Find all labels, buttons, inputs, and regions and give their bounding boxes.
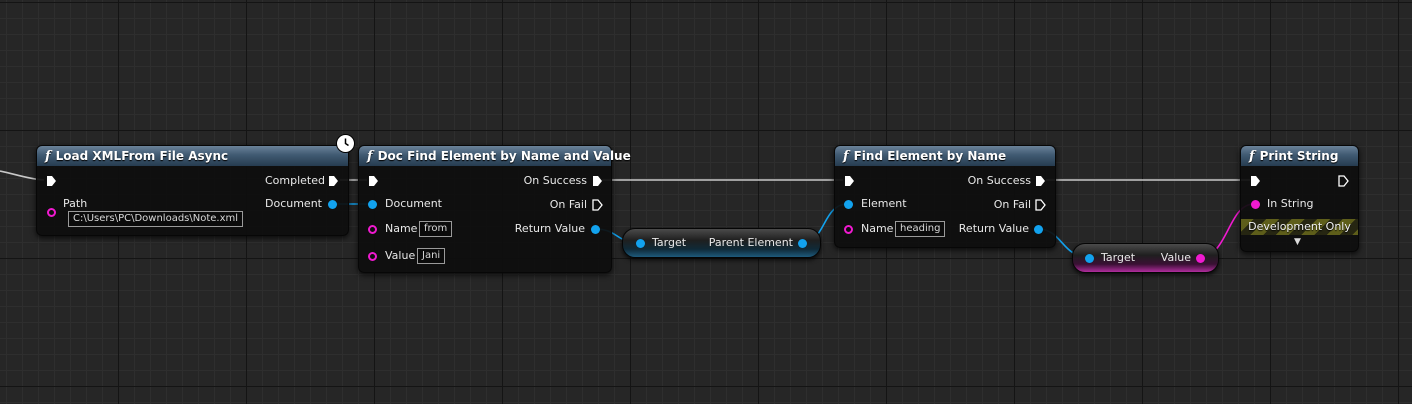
path-input-field[interactable]: C:\Users\PC\Downloads\Note.xml (68, 211, 244, 227)
return-value-pin[interactable] (1034, 225, 1043, 234)
on-fail-exec-pin[interactable] (592, 199, 603, 211)
path-label: Path (63, 197, 88, 210)
on-fail-label: On Fail (993, 198, 1031, 211)
document-output-pin[interactable] (328, 200, 337, 209)
completed-exec-pin[interactable] (328, 175, 339, 187)
print-string-node[interactable]: f Print String In String Development Only… (1240, 145, 1359, 252)
value-input-label: Value (385, 249, 416, 262)
function-icon: f (45, 149, 51, 164)
on-fail-exec-pin[interactable] (1035, 199, 1046, 211)
parent-element-label: Parent Element (708, 236, 793, 249)
development-only-banner: Development Only (1241, 219, 1358, 235)
in-string-label: In String (1267, 197, 1314, 210)
node-header[interactable]: f Doc Find Element by Name and Value (359, 146, 631, 166)
element-input-label: Element (861, 197, 907, 210)
node-title: Doc Find Element by Name and Value (377, 149, 631, 163)
target-input-pin[interactable] (1085, 254, 1094, 263)
completed-label: Completed (265, 174, 325, 187)
function-icon: f (843, 149, 849, 164)
node-title: Find Element by Name (853, 149, 1007, 163)
element-input-pin[interactable] (844, 200, 853, 209)
name-input-field[interactable]: heading (895, 221, 946, 237)
return-value-label: Return Value (958, 222, 1029, 235)
node-title: Print String (1259, 149, 1339, 163)
path-input-pin[interactable] (47, 208, 56, 217)
node-header[interactable]: f Print String (1241, 146, 1358, 166)
node-header[interactable]: f Load XMLFrom File Async (37, 146, 348, 166)
node-header[interactable]: f Find Element by Name (835, 146, 1055, 166)
parent-element-node[interactable]: Target Parent Element (622, 228, 821, 258)
parent-element-output-pin[interactable] (798, 239, 807, 248)
exec-input-pin[interactable] (368, 175, 379, 187)
return-value-label: Return Value (514, 222, 585, 235)
value-getter-node[interactable]: Target Value (1072, 243, 1219, 273)
exec-input-pin[interactable] (1250, 175, 1261, 187)
on-fail-label: On Fail (549, 198, 587, 211)
name-input-pin[interactable] (844, 225, 853, 234)
find-element-by-name-node[interactable]: f Find Element by Name On Success Element… (834, 145, 1056, 248)
function-icon: f (1249, 149, 1255, 164)
load-xml-from-file-async-node[interactable]: f Load XMLFrom File Async Completed Path … (36, 145, 349, 236)
doc-find-element-node[interactable]: f Doc Find Element by Name and Value On S… (358, 145, 631, 273)
value-output-pin[interactable] (1196, 254, 1205, 263)
value-input-field[interactable]: Jani (417, 248, 446, 264)
clock-icon (336, 134, 355, 153)
node-title: Load XMLFrom File Async (55, 149, 229, 163)
on-success-exec-pin[interactable] (592, 175, 603, 187)
return-value-pin[interactable] (591, 225, 600, 234)
name-input-pin[interactable] (368, 225, 377, 234)
value-output-label: Value (1160, 251, 1191, 264)
document-input-pin[interactable] (368, 200, 377, 209)
exec-output-pin[interactable] (1338, 175, 1349, 187)
value-input-pin[interactable] (368, 252, 377, 261)
function-icon: f (367, 149, 373, 164)
name-input-label: Name (861, 222, 894, 235)
expand-arrow-icon[interactable]: ▼ (1294, 235, 1301, 249)
target-input-pin[interactable] (636, 239, 645, 248)
exec-input-pin[interactable] (844, 175, 855, 187)
in-string-input-pin[interactable] (1251, 200, 1260, 209)
name-input-field[interactable]: from (419, 221, 453, 237)
on-success-label: On Success (523, 174, 587, 187)
document-output-label: Document (265, 197, 322, 210)
exec-input-pin[interactable] (46, 175, 57, 187)
document-input-label: Document (385, 197, 442, 210)
target-label: Target (1101, 251, 1136, 264)
name-input-label: Name (385, 222, 418, 235)
on-success-exec-pin[interactable] (1035, 175, 1046, 187)
target-label: Target (652, 236, 687, 249)
on-success-label: On Success (967, 174, 1031, 187)
